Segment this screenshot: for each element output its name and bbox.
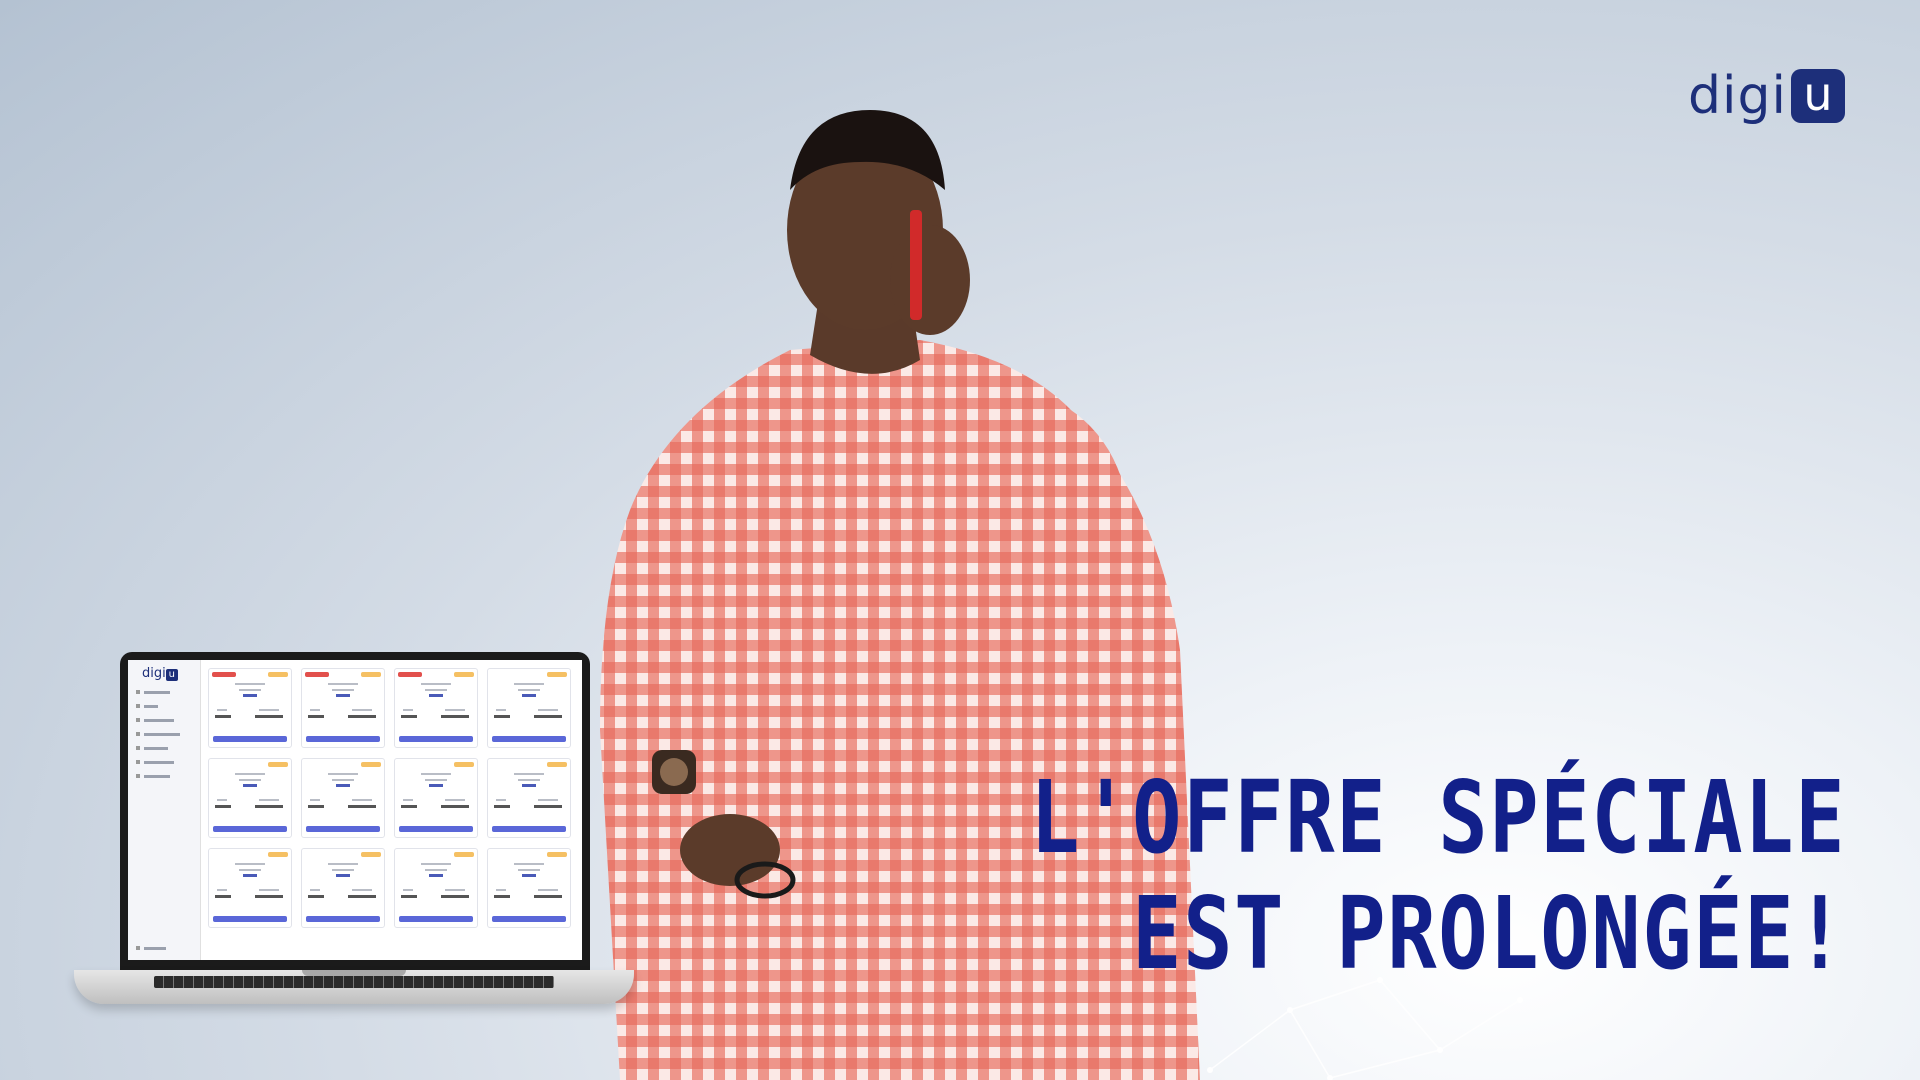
screen-logo: digi u — [142, 666, 178, 681]
brand-logo: digi u — [1688, 66, 1845, 126]
screen-sidebar-item — [136, 744, 196, 752]
screen-pricing-card — [394, 668, 478, 748]
brand-logo-box: u — [1790, 69, 1845, 123]
screen-pricing-card — [487, 758, 571, 838]
screen-sidebar-item — [136, 772, 196, 780]
screen-pricing-card — [301, 668, 385, 748]
screen-sidebar-item — [136, 730, 196, 738]
laptop-notch — [302, 970, 406, 976]
screen-pricing-card — [487, 668, 571, 748]
laptop-screen: digi u — [128, 660, 582, 960]
screen-sidebar-item — [136, 688, 196, 696]
laptop: digi u — [74, 652, 634, 1022]
headline: L'OFFRE SPÉCIALE EST PROLONGÉE! — [1030, 760, 1846, 992]
screen-pricing-card — [301, 848, 385, 928]
headline-line-2: EST PROLONGÉE! — [1131, 875, 1846, 992]
screen-logo-box: u — [165, 669, 178, 681]
screen-pricing-card — [301, 758, 385, 838]
screen-logo-text: digi — [142, 666, 166, 681]
headline-line-1: L'OFFRE SPÉCIALE — [1029, 759, 1846, 876]
laptop-keyboard — [154, 976, 554, 988]
screen-sidebar-item — [136, 716, 196, 724]
screen-pricing-card — [487, 848, 571, 928]
screen-pricing-card — [394, 848, 478, 928]
laptop-lid: digi u — [120, 652, 590, 972]
screen-sidebar-item — [136, 702, 196, 710]
screen-pricing-card — [208, 848, 292, 928]
brand-logo-text: digi — [1688, 66, 1787, 126]
screen-sidebar-item — [136, 758, 196, 766]
screen-pricing-card — [208, 758, 292, 838]
screen-sidebar-item — [136, 944, 196, 952]
screen-pricing-card — [208, 668, 292, 748]
screen-sidebar: digi u — [128, 660, 201, 960]
screen-pricing-card — [394, 758, 478, 838]
